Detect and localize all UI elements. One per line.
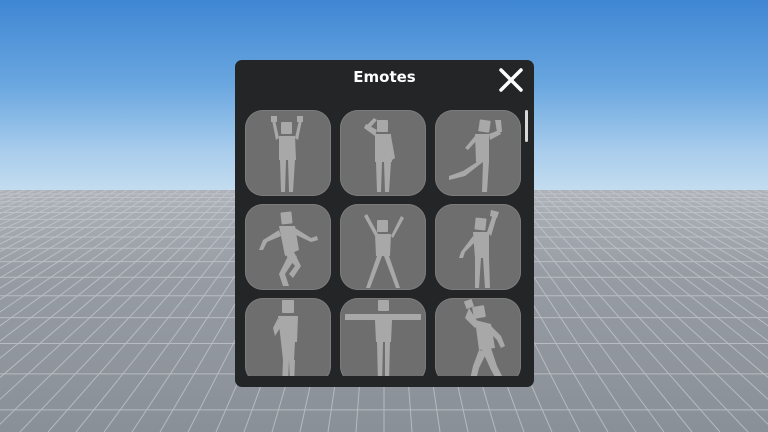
emote-kick-dance-icon <box>449 119 502 192</box>
emote-t-pose-icon <box>345 300 421 376</box>
emote-tile[interactable] <box>340 204 426 290</box>
emote-point-up-icon <box>459 210 499 288</box>
emote-tile[interactable] <box>245 204 331 290</box>
emote-grid-viewport <box>245 110 525 376</box>
emote-tile[interactable] <box>340 298 426 376</box>
emote-grid-scrollbar[interactable] <box>525 110 529 376</box>
emote-lean-dance-icon <box>259 211 318 286</box>
emote-arms-up-icon <box>271 116 303 192</box>
emote-tile[interactable] <box>435 298 521 376</box>
close-button[interactable] <box>495 64 527 96</box>
emote-tile[interactable] <box>245 298 331 376</box>
emote-tile[interactable] <box>435 204 521 290</box>
scrollbar-thumb[interactable] <box>525 110 528 142</box>
close-icon <box>499 68 523 92</box>
panel-title: Emotes <box>353 68 416 86</box>
emote-tile[interactable] <box>340 110 426 196</box>
emotes-panel: Emotes <box>235 60 534 387</box>
game-viewport: Emotes <box>0 0 768 432</box>
emote-stand-icon <box>273 300 298 376</box>
emote-wave-dance-icon <box>463 298 505 376</box>
emote-grid <box>245 110 521 376</box>
emote-salute-icon <box>364 118 395 192</box>
emote-tile[interactable] <box>435 110 521 196</box>
emote-tile[interactable] <box>245 110 331 196</box>
emote-cheer-icon <box>364 214 404 288</box>
